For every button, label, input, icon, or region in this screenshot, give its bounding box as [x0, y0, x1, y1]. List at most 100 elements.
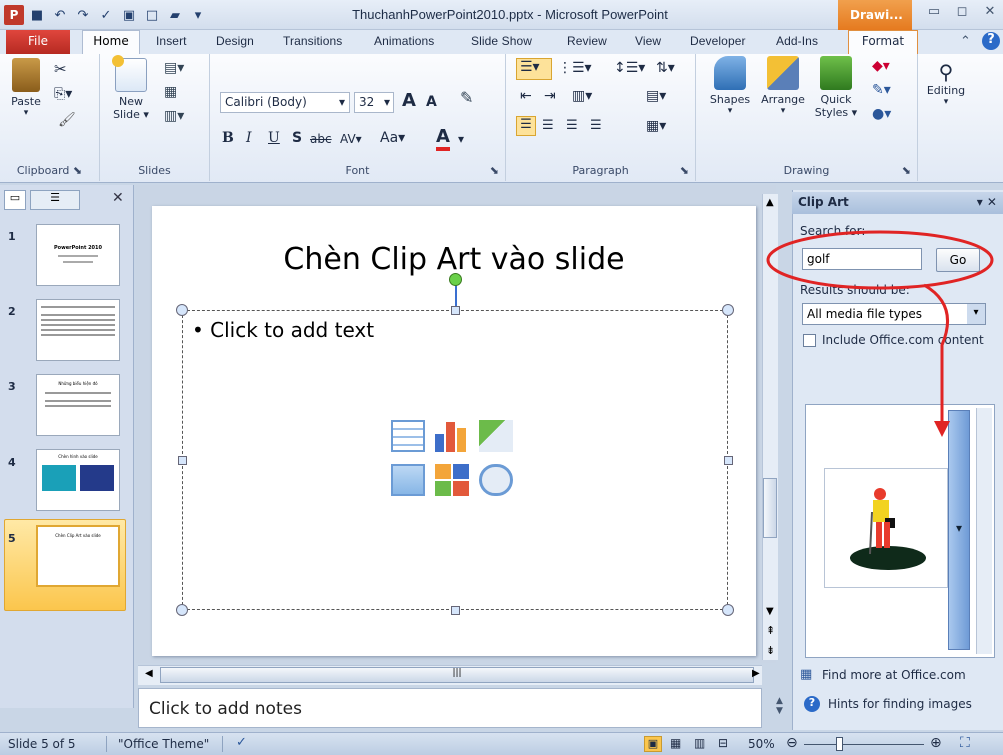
resize-handle[interactable] [176, 304, 188, 316]
shrink-font-button[interactable]: A [426, 94, 437, 110]
notes-scroll-icon[interactable]: ▲ ▼ [776, 696, 783, 716]
resize-handle[interactable] [451, 606, 460, 615]
bold-button[interactable]: B [222, 130, 234, 146]
resize-handle[interactable] [178, 456, 187, 465]
hscroll-thumb[interactable]: ||| [160, 667, 754, 683]
tab-review[interactable]: Review [567, 34, 607, 48]
line-spacing-button[interactable]: ↕☰▾ [614, 60, 645, 76]
scroll-up-icon[interactable]: ▲ [766, 197, 774, 208]
editing-button[interactable]: ⚲ Editing ▾ [922, 60, 970, 107]
slide-thumb-5[interactable]: Chèn Clip Art vào slide [36, 525, 120, 587]
grow-font-button[interactable]: A [402, 90, 416, 111]
zoom-slider-thumb[interactable] [836, 737, 843, 751]
layout-icon[interactable]: ▤▾ [164, 60, 184, 76]
clear-formatting-icon[interactable]: ✎ [460, 88, 473, 107]
reading-view-icon[interactable]: ▥ [694, 736, 705, 750]
align-text-button[interactable]: ▤▾ [646, 88, 666, 104]
char-spacing-button[interactable]: AV▾ [340, 132, 362, 146]
quick-styles-button[interactable]: Quick Styles ▾ [810, 56, 862, 119]
font-color-button[interactable]: A [436, 126, 450, 151]
font-name-combo[interactable]: Calibri (Body) ▾ [220, 92, 350, 113]
slideshow-view-icon[interactable]: ⊟ [718, 736, 728, 750]
zoom-in-icon[interactable]: ⊕ [930, 735, 942, 751]
reset-icon[interactable]: ▦ [164, 84, 177, 100]
resize-handle[interactable] [722, 604, 734, 616]
slide-title[interactable]: Chèn Clip Art vào slide [152, 242, 756, 277]
shape-outline-icon[interactable]: ✎▾ [872, 82, 891, 98]
resize-handle[interactable] [724, 456, 733, 465]
tab-developer[interactable]: Developer [690, 34, 746, 48]
slide-sorter-icon[interactable]: ▦ [670, 736, 681, 750]
underline-button[interactable]: U [268, 130, 280, 146]
tab-home[interactable]: Home [82, 30, 140, 55]
change-case-button[interactable]: Aa▾ [380, 130, 405, 146]
zoom-out-icon[interactable]: ⊖ [786, 735, 798, 751]
slides-tab[interactable]: ▭ [4, 190, 26, 210]
previous-slide-icon[interactable]: ⇞ [766, 625, 775, 636]
insert-picture-icon[interactable] [391, 464, 425, 496]
section-icon[interactable]: ▥▾ [164, 108, 184, 124]
bullet-placeholder-text[interactable]: • Click to add text [192, 318, 374, 342]
minimize-button[interactable]: ▭ [925, 4, 943, 22]
slide-thumb-1[interactable]: PowerPoint 2010 [36, 224, 120, 286]
save-icon[interactable]: ■ [27, 5, 47, 25]
powerpoint-app-icon[interactable]: P [4, 5, 24, 25]
help-icon[interactable]: ? [982, 32, 1000, 50]
scroll-right-icon[interactable]: ▶ [752, 668, 760, 679]
italic-button[interactable]: I [246, 130, 252, 146]
close-button[interactable]: ✕ [981, 4, 999, 22]
font-color-dropdown-icon[interactable]: ▾ [458, 132, 464, 146]
tab-design[interactable]: Design [216, 34, 254, 48]
insert-table-icon[interactable] [391, 420, 425, 452]
tab-animations[interactable]: Animations [374, 34, 434, 48]
format-painter-icon[interactable]: 🖌 [58, 112, 76, 128]
restore-button[interactable]: ◻ [953, 4, 971, 22]
undo-icon[interactable]: ↶ [50, 5, 70, 25]
minimize-ribbon-icon[interactable]: ⌃ [960, 34, 971, 49]
outline-tab[interactable]: ☰ [30, 190, 80, 210]
slide-thumb-4[interactable]: Chèn hình vào slide [36, 449, 120, 511]
bullets-button[interactable]: ☰▾ [516, 58, 552, 80]
tab-format[interactable]: Format [848, 30, 918, 55]
cut-icon[interactable]: ✂ [54, 60, 67, 78]
next-slide-icon[interactable]: ⇟ [766, 645, 775, 656]
shape-fill-icon[interactable]: ◆▾ [872, 58, 890, 74]
fit-to-window-icon[interactable]: ⛶ [960, 735, 970, 751]
close-pane-icon[interactable]: ✕ [112, 190, 124, 206]
tab-file[interactable]: File [6, 30, 70, 54]
notes-pane[interactable]: Click to add notes [138, 688, 762, 728]
insert-clipart-icon[interactable] [435, 464, 469, 496]
decrease-indent-button[interactable]: ⇤ [520, 88, 532, 104]
redo-icon[interactable]: ↷ [73, 5, 93, 25]
normal-view-icon[interactable]: ▣ [644, 736, 662, 752]
slide-thumb-3[interactable]: Những biểu hiện đó [36, 374, 120, 436]
align-left-button[interactable]: ☰ [516, 116, 536, 136]
font-size-combo[interactable]: 32 ▾ [354, 92, 394, 113]
shadow-button[interactable]: S [292, 130, 302, 146]
justify-button[interactable]: ☰ [590, 118, 602, 133]
align-right-button[interactable]: ☰ [566, 118, 578, 133]
paste-button[interactable]: Paste ▾ [4, 58, 48, 118]
shapes-button[interactable]: Shapes ▾ [704, 56, 756, 116]
print-preview-icon[interactable]: ▣ [119, 5, 139, 25]
zoom-level[interactable]: 50% [748, 737, 775, 751]
scroll-down-icon[interactable]: ▼ [766, 606, 774, 617]
shape-effects-icon[interactable]: ●▾ [872, 106, 891, 122]
scroll-left-icon[interactable]: ◀ [145, 668, 153, 679]
resize-handle[interactable] [451, 306, 460, 315]
customize-qat-icon[interactable]: ▾ [188, 5, 208, 25]
spell-check-icon[interactable]: ✓ [236, 735, 247, 750]
scroll-thumb[interactable] [763, 478, 777, 538]
tab-view[interactable]: View [635, 34, 661, 48]
strikethrough-button[interactable]: abc [310, 132, 332, 146]
text-direction-button[interactable]: ⇅▾ [656, 60, 675, 76]
tab-insert[interactable]: Insert [156, 34, 187, 48]
resize-handle[interactable] [176, 604, 188, 616]
tab-addins[interactable]: Add-Ins [776, 34, 818, 48]
spelling-icon[interactable]: ✓ [96, 5, 116, 25]
insert-media-icon[interactable] [479, 464, 513, 496]
hints-link[interactable]: Hints for finding images [828, 697, 972, 711]
numbering-button[interactable]: ⋮☰▾ [558, 60, 592, 76]
insert-chart-icon[interactable] [435, 420, 469, 452]
new-document-icon[interactable]: □ [142, 5, 162, 25]
